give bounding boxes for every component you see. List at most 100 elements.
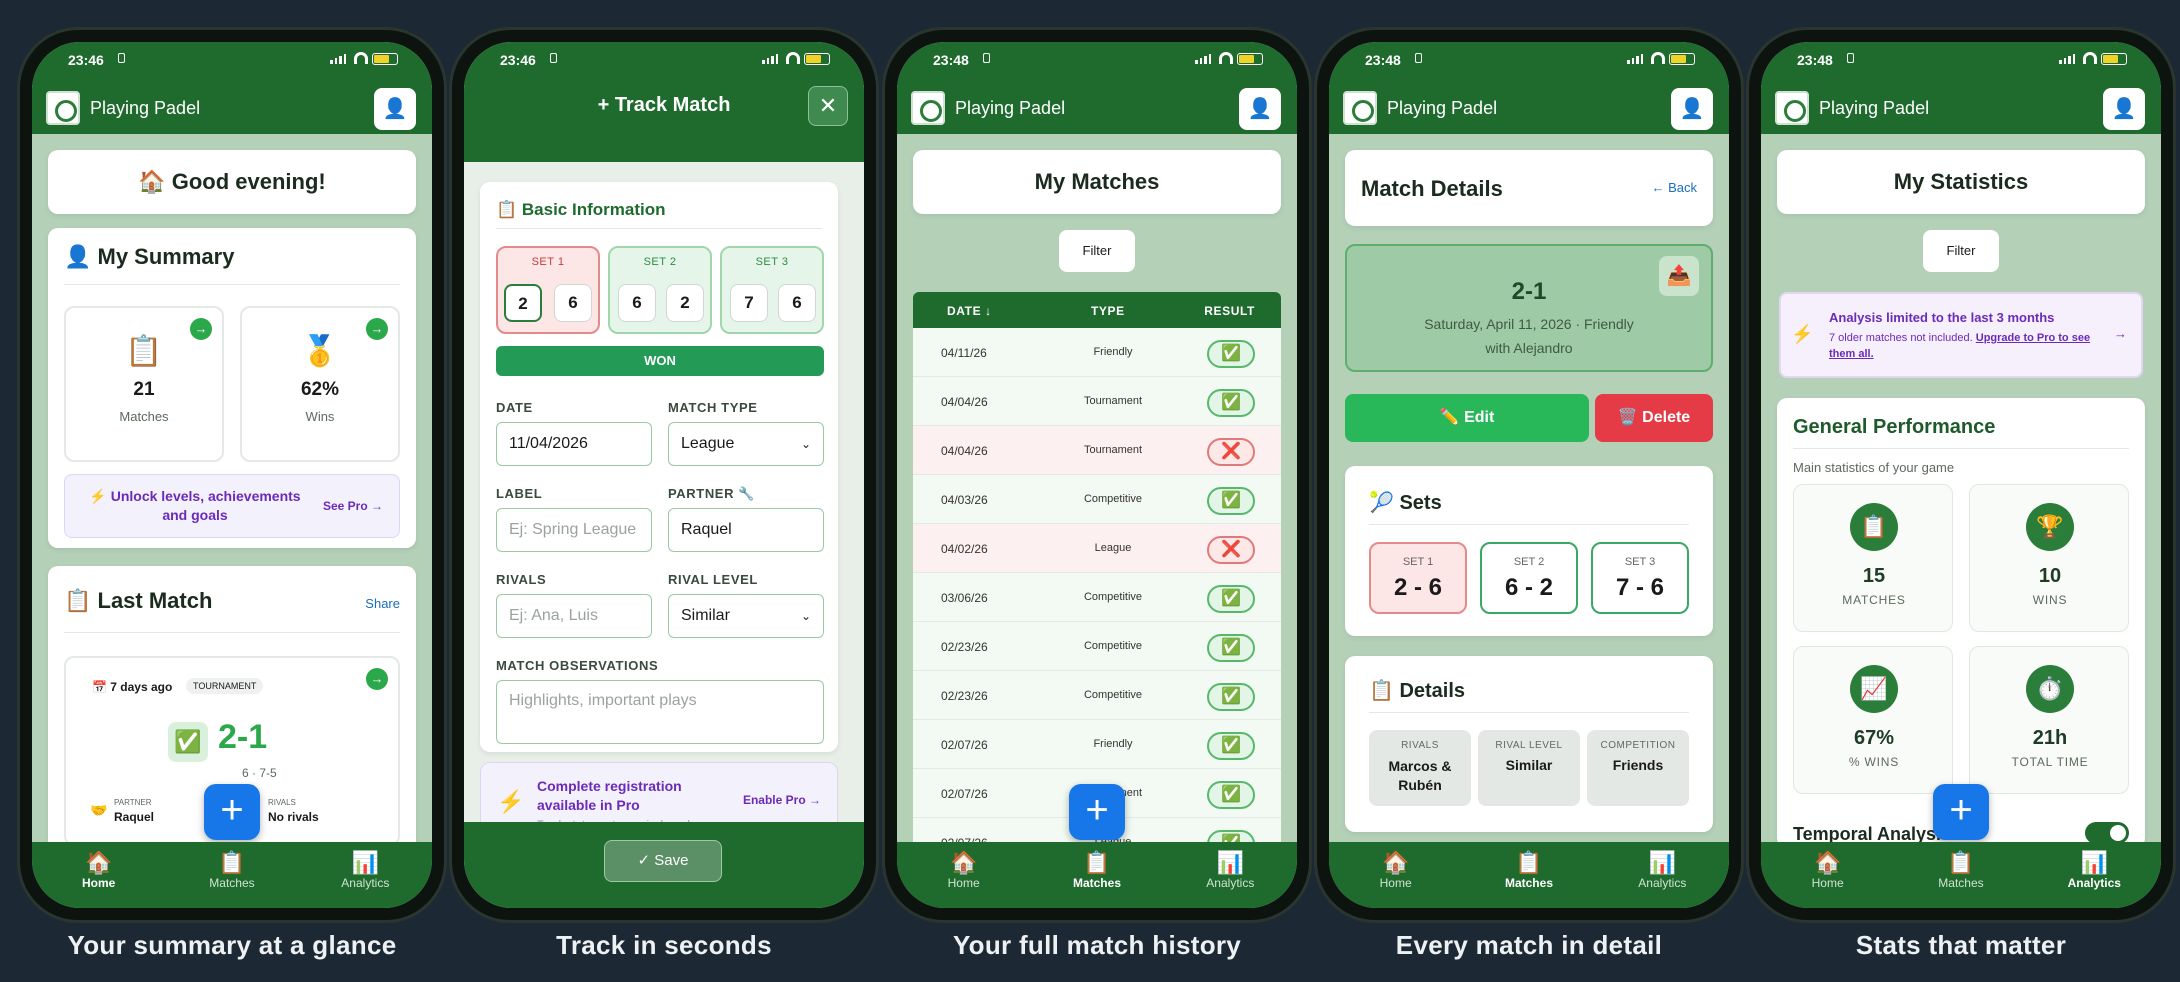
- filter-button[interactable]: Filter: [1059, 230, 1135, 272]
- page-title: Match Details: [1361, 176, 1503, 201]
- see-pro-link[interactable]: See Pro →: [323, 499, 383, 513]
- profile-button[interactable]: 👤: [374, 88, 416, 130]
- panel-match-details: 23:48 Playing Padel 👤 Match Details ← Bac…: [1313, 0, 1745, 982]
- status-bar: 23:46: [464, 42, 864, 76]
- close-button[interactable]: ✕: [808, 86, 848, 126]
- delete-button[interactable]: 🗑️ Delete: [1595, 394, 1713, 442]
- table-row[interactable]: 04/04/26 Tournament ❌: [913, 426, 1281, 475]
- status-bar: 23:48: [1761, 42, 2161, 76]
- match-date: 04/03/26: [941, 493, 988, 507]
- profile-button[interactable]: 👤: [1239, 88, 1281, 130]
- share-icon[interactable]: 📤: [1659, 256, 1699, 296]
- chevron-down-icon: ⌄: [800, 437, 811, 451]
- edit-button[interactable]: ✏️ Edit: [1345, 394, 1589, 442]
- result-column-header: RESULT: [1204, 304, 1255, 318]
- match-sets: 6 · 7-5: [242, 766, 277, 780]
- clock: 23:48: [1365, 52, 1401, 68]
- limit-notice[interactable]: ⚡ Analysis limited to the last 3 months …: [1779, 292, 2143, 378]
- set-2-score-b[interactable]: 2: [666, 284, 704, 322]
- set-1-score-a[interactable]: 2: [504, 284, 542, 322]
- set-1-input: SET 1 2 6: [496, 246, 600, 334]
- clock: 23:48: [933, 52, 969, 68]
- wins-stat[interactable]: → 🥇 62% Wins: [240, 306, 400, 462]
- table-row[interactable]: 02/23/26 Competitive ✅: [913, 671, 1281, 720]
- result-badge: ❌: [1207, 438, 1255, 466]
- tab-matches[interactable]: 📋 Matches: [1901, 850, 2021, 908]
- enable-pro-link[interactable]: Enable Pro →: [743, 793, 821, 807]
- set-3-score-b[interactable]: 6: [778, 284, 816, 322]
- rival-level-label: RIVAL LEVEL: [668, 572, 758, 587]
- tab-analytics[interactable]: 📊 Analytics: [2034, 850, 2154, 908]
- profile-button[interactable]: 👤: [1671, 88, 1713, 130]
- add-match-button[interactable]: +: [1933, 784, 1989, 840]
- set-1-score-b[interactable]: 6: [554, 284, 592, 322]
- section-title: 📋 Basic Information: [496, 200, 666, 219]
- performance-title: General Performance: [1793, 416, 1996, 438]
- label-input[interactable]: Ej: Spring League: [496, 508, 652, 552]
- date-column-header[interactable]: DATE ↓: [947, 304, 992, 318]
- panel-matches: 23:48 Playing Padel 👤 My Matches Filter D…: [881, 0, 1313, 982]
- add-match-button[interactable]: +: [1069, 784, 1125, 840]
- battery-icon: [1237, 53, 1263, 65]
- save-button[interactable]: ✓ Save: [604, 840, 722, 882]
- tab-home[interactable]: 🏠 Home: [39, 850, 159, 908]
- set-label: SET 3: [755, 256, 789, 268]
- app-bar: Playing Padel 👤: [1329, 76, 1729, 134]
- clock: 23:46: [68, 52, 104, 68]
- match-date: Saturday, April 11, 2026 · Friendly: [1424, 316, 1634, 332]
- phone-frame: 23:48 Playing Padel 👤 Match Details ← Bac…: [1317, 30, 1741, 920]
- share-button[interactable]: Share: [365, 596, 400, 611]
- tab-analytics[interactable]: 📊 Analytics: [1602, 850, 1722, 908]
- rivals-input[interactable]: Ej: Ana, Luis: [496, 594, 652, 638]
- table-row[interactable]: 04/11/26 Friendly ✅: [913, 328, 1281, 377]
- table-row[interactable]: 04/02/26 League ❌: [913, 524, 1281, 573]
- set-2-result: SET 26 - 2: [1480, 542, 1578, 614]
- date-input[interactable]: 11/04/2026: [496, 422, 652, 466]
- performance-subtitle: Main statistics of your game: [1793, 460, 1955, 475]
- table-row[interactable]: 02/23/26 Competitive ✅: [913, 622, 1281, 671]
- observations-textarea[interactable]: Highlights, important plays: [496, 680, 824, 744]
- notice-text: 7 older matches not included. Upgrade to…: [1829, 332, 2091, 360]
- result-badge: ✅: [1207, 732, 1255, 760]
- tab-matches[interactable]: 📋 Matches: [1469, 850, 1589, 908]
- set-2-input: SET 2 6 2: [608, 246, 712, 334]
- arrow-icon: →: [366, 668, 388, 690]
- table-row[interactable]: 03/06/26 Competitive ✅: [913, 573, 1281, 622]
- tab-home[interactable]: 🏠 Home: [904, 850, 1024, 908]
- phone-frame: 23:48 Playing Padel 👤 My Statistics Filte…: [1749, 30, 2173, 920]
- set-3-result: SET 37 - 6: [1591, 542, 1689, 614]
- signal-icon: [1627, 54, 1643, 64]
- rival-level-detail: RIVAL LEVEL Similar: [1478, 730, 1580, 806]
- match-date: 04/02/26: [941, 542, 988, 556]
- tab-matches[interactable]: 📋 Matches: [1037, 850, 1157, 908]
- chart-icon: 📊: [1216, 850, 1245, 875]
- app-logo: [911, 91, 945, 125]
- profile-button[interactable]: 👤: [2103, 88, 2145, 130]
- tab-home[interactable]: 🏠 Home: [1768, 850, 1888, 908]
- sets-card: 🎾 Sets SET 12 - 6 SET 26 - 2 SET 37 - 6: [1345, 466, 1713, 636]
- filter-button[interactable]: Filter: [1923, 230, 1999, 272]
- tab-home[interactable]: 🏠 Home: [1336, 850, 1456, 908]
- matches-stat[interactable]: → 📋 21 Matches: [64, 306, 224, 462]
- result-icon: ✅: [168, 722, 208, 762]
- match-type-label: MATCH TYPE: [668, 400, 758, 415]
- arrow-icon: →: [190, 318, 212, 340]
- lock-icon: [983, 53, 990, 63]
- tab-matches[interactable]: 📋 Matches: [172, 850, 292, 908]
- add-match-button[interactable]: +: [204, 784, 260, 840]
- tab-analytics[interactable]: 📊 Analytics: [1170, 850, 1290, 908]
- tab-analytics[interactable]: 📊 Analytics: [305, 850, 425, 908]
- table-row[interactable]: 02/07/26 Friendly ✅: [913, 720, 1281, 769]
- table-row[interactable]: 04/03/26 Competitive ✅: [913, 475, 1281, 524]
- rivals-name: No rivals: [268, 810, 319, 824]
- pro-banner[interactable]: ⚡ Unlock levels, achievements and goals …: [64, 474, 400, 538]
- rival-level-select[interactable]: Similar ⌄: [668, 594, 824, 638]
- set-3-score-a[interactable]: 7: [730, 284, 768, 322]
- back-link[interactable]: ← Back: [1651, 180, 1697, 195]
- temporal-toggle[interactable]: [2085, 822, 2129, 844]
- table-row[interactable]: 04/04/26 Tournament ✅: [913, 377, 1281, 426]
- partner-input[interactable]: Raquel: [668, 508, 824, 552]
- set-2-score-a[interactable]: 6: [618, 284, 656, 322]
- match-type-select[interactable]: League ⌄: [668, 422, 824, 466]
- match-partner: with Alejandro: [1485, 340, 1573, 356]
